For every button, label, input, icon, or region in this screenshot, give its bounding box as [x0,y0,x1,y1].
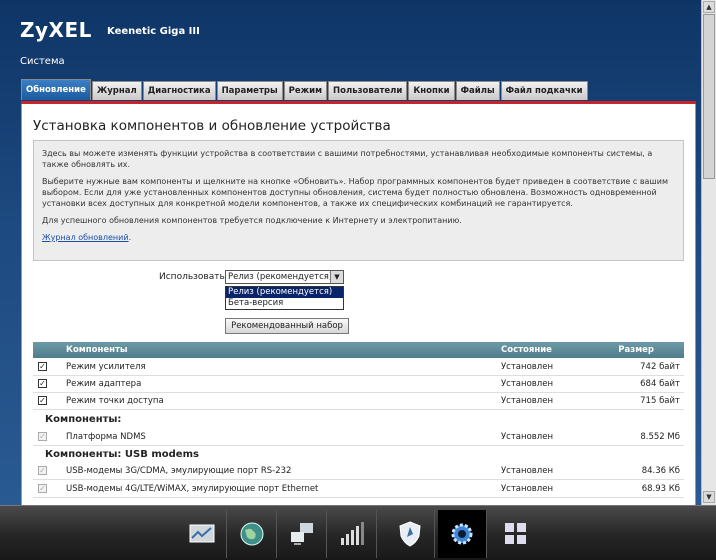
scroll-up-icon[interactable]: ▲ [703,1,715,13]
info-box: Здесь вы можете изменять функции устройс… [33,140,684,261]
router-web-ui: ZyXEL Keenetic Giga III Система Обновлен… [0,0,701,505]
table-row: ✓ Режим усилителя Установлен 742 байт [33,359,684,376]
tab-users[interactable]: Пользователи [328,81,408,100]
component-name: USB-модемы 4G/LTE/WiMAX, эмулирующие пор… [66,484,319,494]
release-channel-select[interactable]: Релиз (рекомендуется) ▼ [225,270,344,284]
option-beta[interactable]: Бета-версия [226,298,343,309]
tab-mode[interactable]: Режим [283,81,328,100]
tab-diagnostics[interactable]: Диагностика [142,81,216,100]
gear-icon[interactable] [438,510,487,558]
component-size: 84.36 Кб [641,466,680,476]
component-name: USB-модемы 3G/CDMA, эмулирующие порт RS-… [66,466,292,476]
header-size: Размер [618,345,654,355]
section-title: Система [20,56,65,67]
tab-files[interactable]: Файлы [455,81,500,100]
table-row: ✓ Режим точки доступа Установлен 715 бай… [33,393,684,410]
bottom-taskbar [0,505,716,560]
globe-icon[interactable] [228,510,277,558]
component-size: 8.552 Мб [640,432,680,442]
component-status: Установлен [501,362,554,372]
zyxel-logo: ZyXEL [20,18,92,42]
header-components: Компоненты [66,345,128,355]
release-channel-dropdown: Релиз (рекомендуется) Бета-версия [225,286,344,310]
info-text-1: Здесь вы можете изменять функции устройс… [42,149,653,169]
component-size: 68.93 Кб [641,484,680,494]
component-status: Установлен [501,396,554,406]
tab-log[interactable]: Журнал [91,81,142,100]
info-text-2: Выберите нужные вам компоненты и щелкнит… [42,177,668,208]
table-row: ✓ USB-модемы 3G/CDMA, эмулирующие порт R… [33,463,684,480]
table-row: ✓ Режим адаптера Установлен 684 байт [33,376,684,393]
component-checkbox: ✓ [38,484,47,493]
component-status: Установлен [501,484,554,494]
component-size: 684 байт [640,379,680,389]
component-size: 742 байт [640,362,680,372]
network-icon[interactable] [278,510,327,558]
component-checkbox[interactable]: ✓ [38,379,47,388]
model-name: Keenetic Giga III [107,26,200,37]
tab-update[interactable]: Обновление [21,79,91,100]
component-name: Платформа NDMS [66,432,146,442]
component-checkbox[interactable]: ✓ [38,362,47,371]
component-status: Установлен [501,466,554,476]
scrollbar-thumb[interactable] [703,14,715,179]
component-name: Режим усилителя [66,362,146,372]
tab-swap-file[interactable]: Файл подкачки [500,81,588,100]
scroll-down-icon[interactable]: ▼ [703,491,715,503]
content-panel: Установка компонентов и обновление устро… [21,104,696,505]
component-name: Режим адаптера [66,379,142,389]
select-value: Релиз (рекомендуется) [228,272,333,282]
tab-bar: Обновление Журнал Диагностика Параметры … [21,79,589,101]
component-name: Режим точки доступа [66,396,164,406]
vertical-scrollbar[interactable]: ▲ ▼ [701,0,716,505]
component-checkbox: ✓ [38,466,47,475]
monitor-icon[interactable] [178,510,227,558]
tab-parameters[interactable]: Параметры [216,81,283,100]
group-heading-usb-modems: Компоненты: USB modems [45,449,199,460]
chevron-down-icon[interactable]: ▼ [330,271,343,283]
group-heading-components: Компоненты: [45,414,122,425]
component-status: Установлен [501,432,554,442]
tab-buttons[interactable]: Кнопки [408,81,455,100]
info-text-3: Для успешного обновления компонентов тре… [42,216,462,225]
component-status: Установлен [501,379,554,389]
page-title: Установка компонентов и обновление устро… [33,118,391,134]
components-table-header: Компоненты Состояние Размер [33,342,684,358]
shield-icon[interactable] [386,510,435,558]
recommended-set-button[interactable]: Рекомендованный набор [225,318,349,334]
component-checkbox: ✓ [38,432,47,441]
signal-icon[interactable] [328,510,377,558]
apps-icon[interactable] [492,510,540,558]
table-row: ✓ USB-модемы 4G/LTE/WiMAX, эмулирующие п… [33,481,684,498]
table-row: ✓ Платформа NDMS Установлен 8.552 Мб [33,429,684,446]
header-status: Состояние [501,345,552,355]
option-release[interactable]: Релиз (рекомендуется) [226,287,343,298]
update-log-link[interactable]: Журнал обновлений [42,233,129,242]
component-size: 715 байт [640,396,680,406]
component-checkbox[interactable]: ✓ [38,396,47,405]
use-label: Использовать: [159,272,228,282]
